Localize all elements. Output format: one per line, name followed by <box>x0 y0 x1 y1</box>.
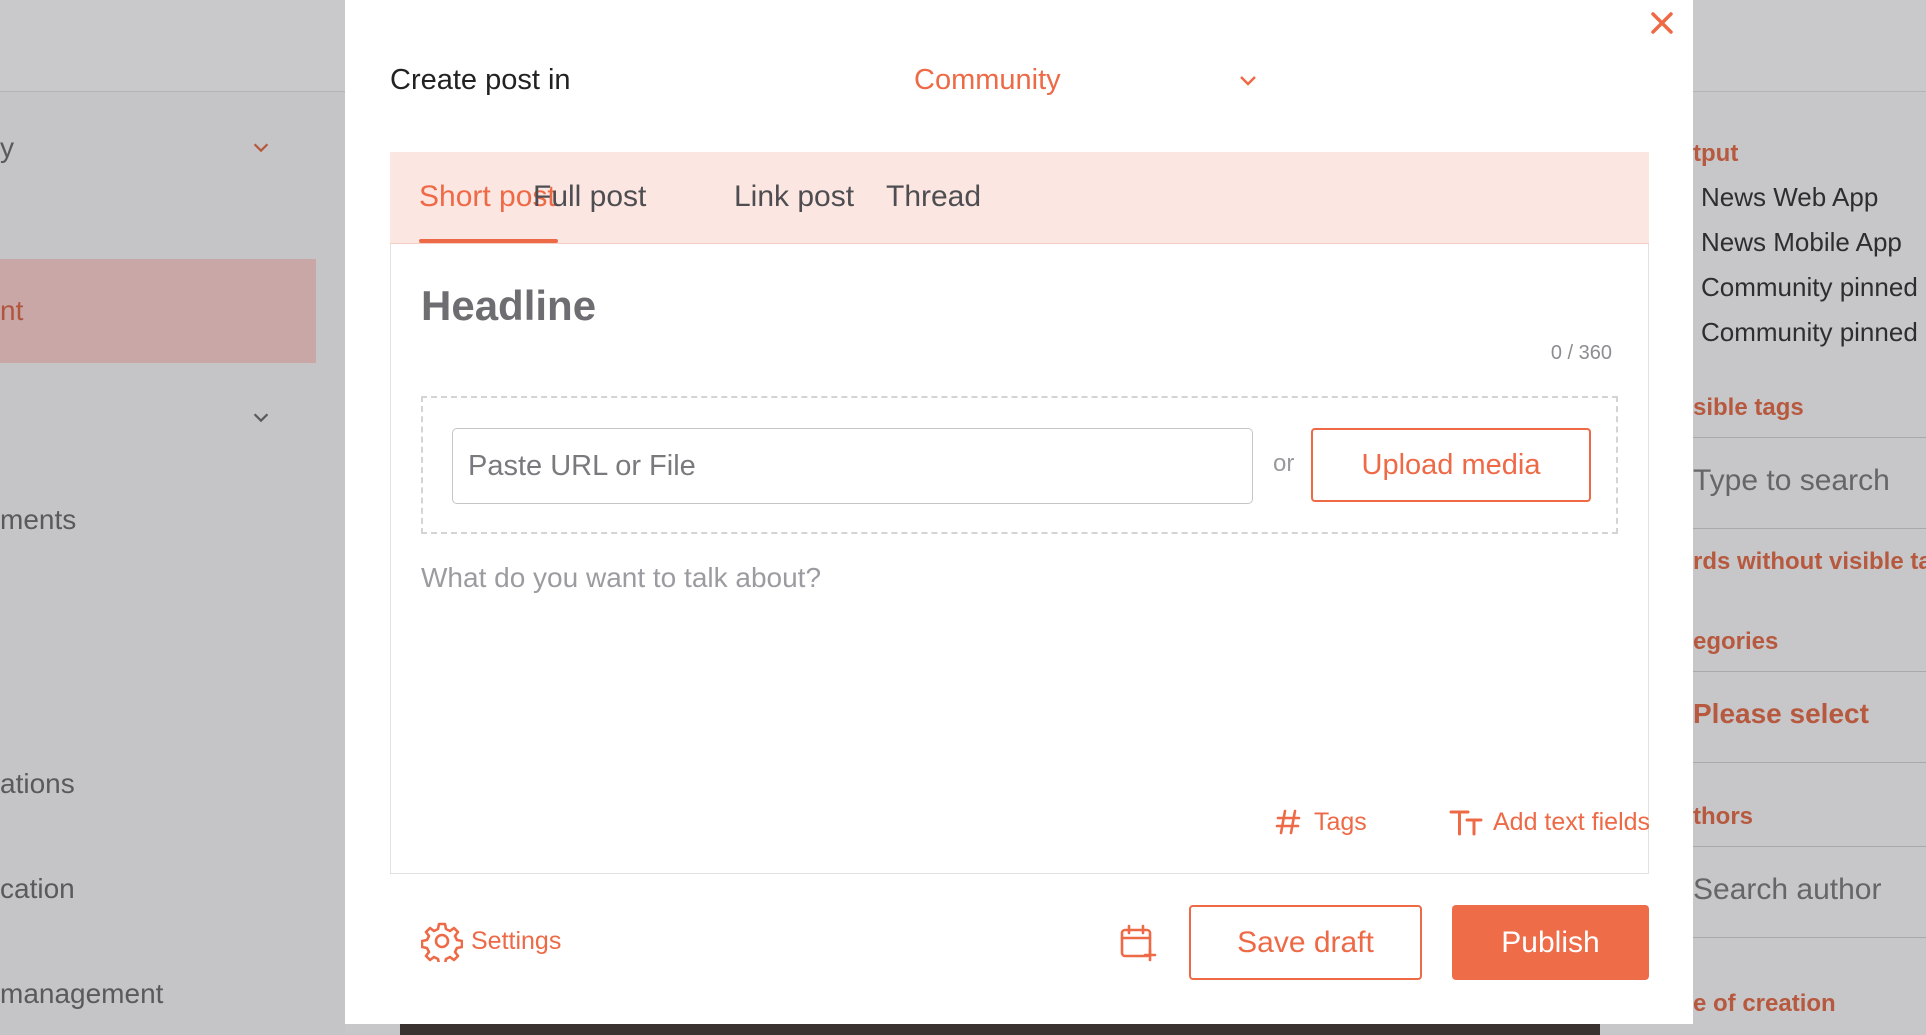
tags-button[interactable]: Tags <box>1274 804 1367 840</box>
headline-char-counter: 0 / 360 <box>1550 342 1612 364</box>
save-draft-button[interactable]: Save draft <box>1189 905 1422 980</box>
community-select-value: Community <box>914 63 1061 96</box>
output-option: News Mobile App <box>1701 227 1902 257</box>
categories-select: Please select <box>1693 671 1926 763</box>
no-visible-tags-label: rds without visible ta <box>1693 548 1926 575</box>
close-icon <box>1651 12 1673 34</box>
nav-item-active: nt <box>0 259 316 363</box>
create-post-header: Create post in <box>390 60 571 100</box>
tags-label: Tags <box>1314 807 1367 836</box>
active-tab-indicator <box>419 239 558 243</box>
media-drop-zone[interactable]: or Upload media <box>421 396 1618 534</box>
create-post-label: Create post in <box>390 63 571 96</box>
or-separator: or <box>1273 450 1295 477</box>
gear-icon <box>421 922 463 962</box>
categories-label: egories <box>1693 628 1779 655</box>
nav-item: y <box>0 132 14 163</box>
creation-date-label: e of creation <box>1693 990 1836 1017</box>
nav-item: management <box>0 978 164 1009</box>
visible-tags-label: sible tags <box>1693 394 1804 421</box>
schedule-button[interactable] <box>1118 923 1158 963</box>
nav-item: ments <box>0 504 77 535</box>
chevron-down-icon <box>250 406 272 428</box>
chevron-down-icon <box>1236 68 1260 92</box>
media-url-input[interactable] <box>452 428 1253 504</box>
add-text-fields-button[interactable]: Add text fields <box>1449 804 1650 840</box>
community-select[interactable]: Community <box>869 60 1269 100</box>
add-text-fields-label: Add text fields <box>1493 807 1651 836</box>
post-type-tabs: Short post Full post Link post Thread <box>390 152 1649 244</box>
settings-label: Settings <box>471 926 562 955</box>
nav-item: ations <box>0 768 75 799</box>
create-post-modal: Create post in Community Short post Full… <box>345 0 1693 1024</box>
close-button[interactable] <box>1646 7 1678 39</box>
hash-icon <box>1275 809 1301 835</box>
author-search-field: Search author <box>1693 846 1926 938</box>
text-size-icon <box>1449 810 1483 836</box>
output-option: Community pinned <box>1701 317 1918 347</box>
post-editor: Headline 0 / 360 or Upload media What do… <box>390 244 1650 874</box>
upload-media-button[interactable]: Upload media <box>1311 428 1591 502</box>
settings-button[interactable]: Settings <box>421 920 561 962</box>
tab-full-post[interactable]: Full post <box>533 180 646 214</box>
calendar-add-icon <box>1120 924 1157 962</box>
background-right-panel: tput News Web App News Mobile App Commun… <box>1693 92 1926 1035</box>
nav-item: cation <box>0 873 75 904</box>
chevron-down-icon <box>250 136 272 158</box>
tab-link-post[interactable]: Link post <box>734 180 854 214</box>
background-left-nav: y nt ments ations cation management <box>0 92 345 1035</box>
background-image-strip <box>400 1024 1600 1035</box>
post-body-input[interactable]: What do you want to talk about? <box>421 562 821 594</box>
output-option: Community pinned <box>1701 272 1918 302</box>
headline-input[interactable]: Headline <box>421 282 596 330</box>
tags-search-field: Type to search <box>1693 437 1926 529</box>
output-option: News Web App <box>1701 182 1879 212</box>
authors-label: thors <box>1693 803 1753 830</box>
tab-thread[interactable]: Thread <box>886 180 981 214</box>
output-label: tput <box>1693 140 1739 167</box>
publish-button[interactable]: Publish <box>1452 905 1649 980</box>
